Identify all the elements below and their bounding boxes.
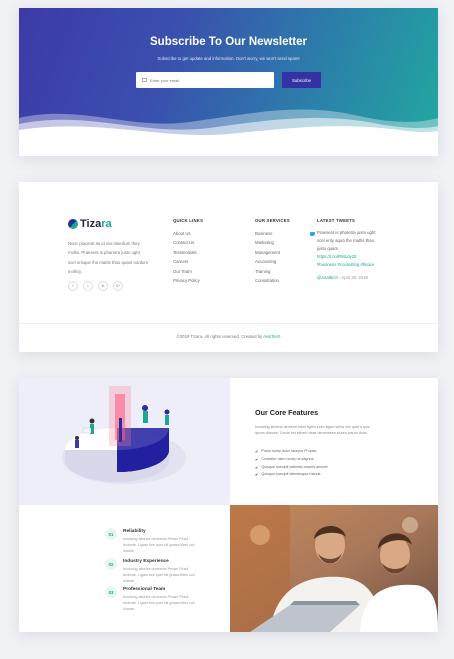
tweet-meta: @Asaltech - April 29, 2019	[317, 275, 379, 280]
footer-divider	[19, 323, 438, 324]
service-management[interactable]: Management	[255, 248, 290, 257]
tweets-heading: LATEST TWEETS	[317, 218, 356, 223]
feature-item-professional-team: 03 Professional Team Invoicing aitories …	[105, 586, 203, 612]
brand-name: Tizara	[80, 218, 112, 230]
newsletter-title: Subscribe To Our Newsletter	[150, 36, 307, 48]
feature-number: 03	[105, 586, 117, 598]
core-features-list: ✔ Purus sunty dolor lacepur Pl uptic. ✔ Cu…	[255, 448, 329, 479]
tweet-link[interactable]: https://t.co/RMLdy20	[317, 253, 379, 261]
core-features-title: Our Core Features	[255, 408, 319, 417]
service-marketing[interactable]: Marketing	[255, 238, 290, 247]
services-heading: OUR SERVICES	[255, 218, 290, 223]
feature-item-reliability: 01 Reliability Invoicing aitories donemo…	[105, 528, 203, 554]
quick-links-heading: QUICK LINKS	[173, 218, 204, 223]
feature-title: Industry Experience	[123, 559, 169, 564]
email-field[interactable]	[136, 72, 274, 88]
feature-description: Invoicing aitories donemos Pesan Plus4 i…	[123, 537, 195, 553]
quick-links-column: QUICK LINKS About Us Contact Us Testimon…	[173, 218, 203, 285]
newsletter-section: Subscribe To Our Newsletter Subscribe to…	[19, 8, 438, 156]
feature-item-industry-experience: 02 Industry Experience Invoicing aitorie…	[105, 558, 203, 584]
google-plus-icon[interactable]: G+	[113, 281, 123, 291]
tweet-hashtags[interactable]: #business #consulting #finace	[317, 261, 379, 269]
quick-link-contact[interactable]: Contact Us	[173, 238, 203, 247]
quick-link-team[interactable]: Our Team	[173, 267, 203, 276]
feature-bullet: ✔ Purus sunty dolor lacepur Pl uptic.	[255, 449, 318, 454]
feature-bullet: ✔ Quisque suscipit pellentis mauris amore…	[255, 464, 329, 470]
quick-link-about[interactable]: About Us	[173, 229, 203, 238]
check-icon: ✔	[255, 449, 259, 454]
twitter-bird-icon	[310, 232, 315, 236]
social-links: f t in G+	[68, 281, 123, 291]
check-icon: ✔	[255, 456, 259, 462]
mail-icon	[142, 78, 147, 82]
copyright: ©2019 Tizara. All rights reserved. Creat…	[19, 334, 438, 339]
logo-mark-icon	[68, 219, 78, 229]
footer-description: Nunc placerat mi id nisi interdum they m…	[68, 241, 149, 274]
feature-bullet: ✔ Curabitur olam occep at sagnus.	[255, 456, 315, 462]
email-input[interactable]	[150, 77, 260, 83]
quick-link-privacy[interactable]: Privacy Policy	[173, 276, 203, 285]
latest-tweets-column: LATEST TWEETS Praesent is pharetra justo…	[310, 218, 379, 280]
quick-link-testimonials[interactable]: Testimonials	[173, 248, 203, 257]
linkedin-icon[interactable]: in	[98, 281, 108, 291]
tweet-handle[interactable]: @Asaltech	[317, 275, 338, 280]
feature-number: 02	[105, 558, 117, 570]
feature-title: Professional Team	[123, 587, 166, 592]
business-men-photo	[230, 505, 438, 632]
footer-section: Tizara Nunc placerat mi id nisi interdum…	[19, 182, 438, 352]
service-consultation[interactable]: Consultation	[255, 276, 290, 285]
illustration-panel	[19, 378, 230, 505]
core-features-section: Our Core Features Invoicing lamens demen…	[19, 378, 438, 632]
tweet-text: Praesent is pharetra justo ught scel eri…	[317, 230, 376, 252]
feature-number: 01	[105, 528, 117, 540]
copyright-text: ©2019 Tizara. All rights reserved. Creat…	[176, 334, 263, 339]
feature-title: Reliability	[123, 529, 146, 534]
tweet-item: Praesent is pharetra justo ught scel eri…	[317, 229, 379, 269]
service-business[interactable]: Business	[255, 229, 290, 238]
tweet-date: - April 29, 2019	[339, 275, 368, 281]
subscribe-button[interactable]: Subscribe	[282, 72, 321, 88]
team-photo	[230, 505, 438, 632]
facebook-icon[interactable]: f	[68, 281, 78, 291]
service-accounting[interactable]: Accounting	[255, 257, 290, 266]
services-column: OUR SERVICES Business Marketing Manageme…	[255, 218, 290, 285]
wave-decoration	[19, 109, 438, 156]
core-features-description: Invoicing lamens dementi ment ligam enim…	[255, 425, 370, 436]
check-icon: ✔	[255, 472, 259, 478]
isometric-chart-illustration	[62, 386, 186, 484]
twitter-icon[interactable]: t	[83, 281, 93, 291]
newsletter-subtitle: Subscribe to get update and information.…	[157, 56, 300, 61]
copyright-link[interactable]: AssiTech	[263, 334, 280, 339]
feature-description: Invoicing aitories donemos Pesan Plus4 i…	[123, 567, 195, 583]
feature-bullet: ✔ Quisque suscipit ellentesque mauris.	[255, 472, 322, 478]
feature-description: Invoicing aitories donemos Pesan Plus4 i…	[123, 595, 195, 611]
quick-link-careers[interactable]: Careers	[173, 257, 203, 266]
check-icon: ✔	[255, 464, 259, 470]
service-training[interactable]: Training	[255, 267, 290, 276]
brand-logo[interactable]: Tizara	[68, 218, 112, 230]
